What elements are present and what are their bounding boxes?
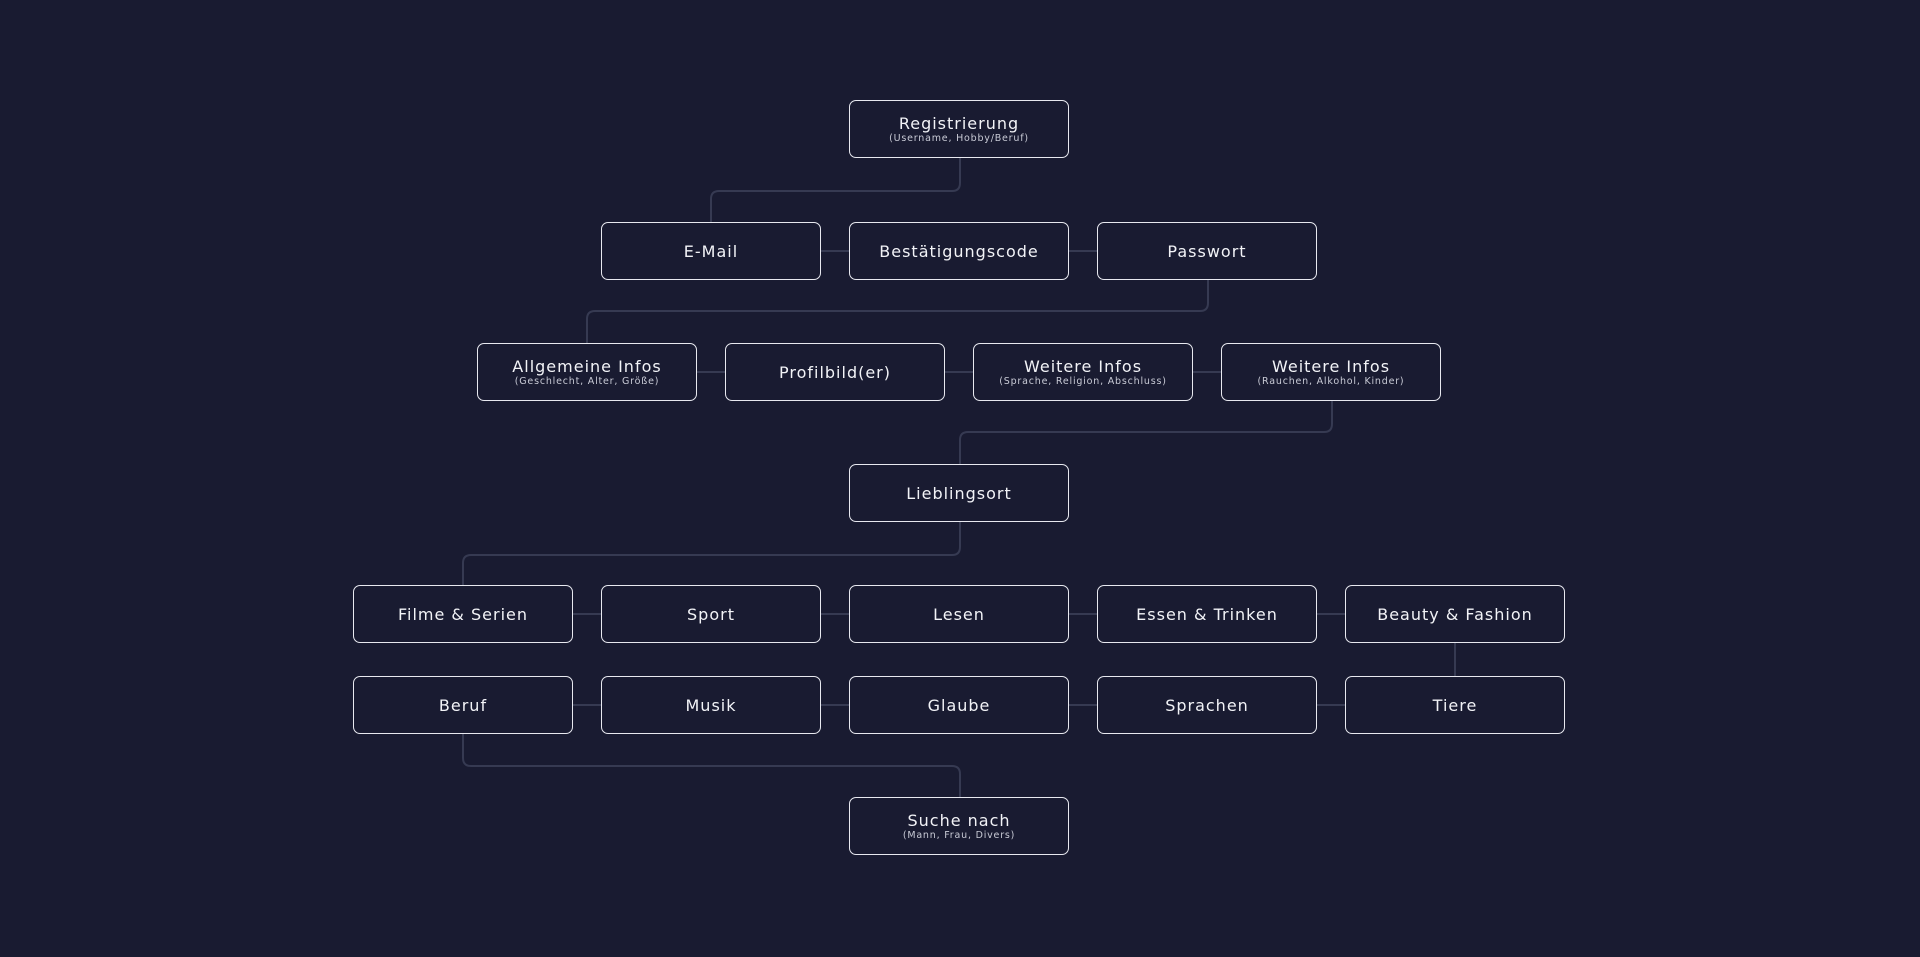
node-bestaetigungscode: Bestätigungscode (849, 222, 1069, 280)
node-tiere: Tiere (1345, 676, 1565, 734)
node-glaube: Glaube (849, 676, 1069, 734)
connector-line (462, 522, 961, 585)
node-title: Bestätigungscode (879, 241, 1039, 261)
node-registrierung: Registrierung (Username, Hobby/Beruf) (849, 100, 1069, 158)
node-title: Passwort (1167, 241, 1247, 261)
node-essen-trinken: Essen & Trinken (1097, 585, 1317, 643)
connector-line (462, 734, 961, 797)
node-title: Allgemeine Infos (512, 356, 662, 376)
node-subtitle: (Geschlecht, Alter, Größe) (514, 375, 660, 387)
node-email: E-Mail (601, 222, 821, 280)
node-title: Filme & Serien (397, 604, 528, 624)
node-suche-nach: Suche nach (Mann, Frau, Divers) (849, 797, 1069, 855)
node-title: Essen & Trinken (1136, 604, 1278, 624)
node-title: Beruf (438, 695, 488, 715)
node-allgemeine-infos: Allgemeine Infos (Geschlecht, Alter, Größ… (477, 343, 697, 401)
node-weitere-infos-1: Weitere Infos (Sprache, Religion, Abschlu… (973, 343, 1193, 401)
node-title: E-Mail (683, 241, 739, 261)
node-subtitle: (Mann, Frau, Divers) (902, 829, 1016, 841)
node-lieblingsort: Lieblingsort (849, 464, 1069, 522)
node-title: Registrierung (898, 113, 1020, 133)
node-profilbild: Profilbild(er) (725, 343, 945, 401)
node-title: Tiere (1432, 695, 1478, 715)
node-filme-serien: Filme & Serien (353, 585, 573, 643)
node-subtitle: (Rauchen, Alkohol, Kinder) (1257, 375, 1405, 387)
connector-line (586, 280, 1209, 343)
node-title: Glaube (927, 695, 991, 715)
node-title: Suche nach (907, 810, 1011, 830)
node-title: Weitere Infos (1023, 356, 1143, 376)
node-subtitle: (Sprache, Religion, Abschluss) (999, 375, 1167, 387)
node-weitere-infos-2: Weitere Infos (Rauchen, Alkohol, Kinder) (1221, 343, 1441, 401)
node-sport: Sport (601, 585, 821, 643)
node-title: Lesen (933, 604, 985, 624)
node-passwort: Passwort (1097, 222, 1317, 280)
node-beauty-fashion: Beauty & Fashion (1345, 585, 1565, 643)
node-subtitle: (Username, Hobby/Beruf) (889, 132, 1029, 144)
node-sprachen: Sprachen (1097, 676, 1317, 734)
connector-line (959, 401, 1333, 464)
node-beruf: Beruf (353, 676, 573, 734)
node-musik: Musik (601, 676, 821, 734)
node-title: Sport (687, 604, 735, 624)
node-title: Weitere Infos (1271, 356, 1391, 376)
node-lesen: Lesen (849, 585, 1069, 643)
node-title: Musik (685, 695, 737, 715)
node-title: Lieblingsort (906, 483, 1012, 503)
connector-line (710, 158, 961, 222)
node-title: Profilbild(er) (778, 362, 891, 382)
node-title: Sprachen (1165, 695, 1249, 715)
node-title: Beauty & Fashion (1377, 604, 1533, 624)
